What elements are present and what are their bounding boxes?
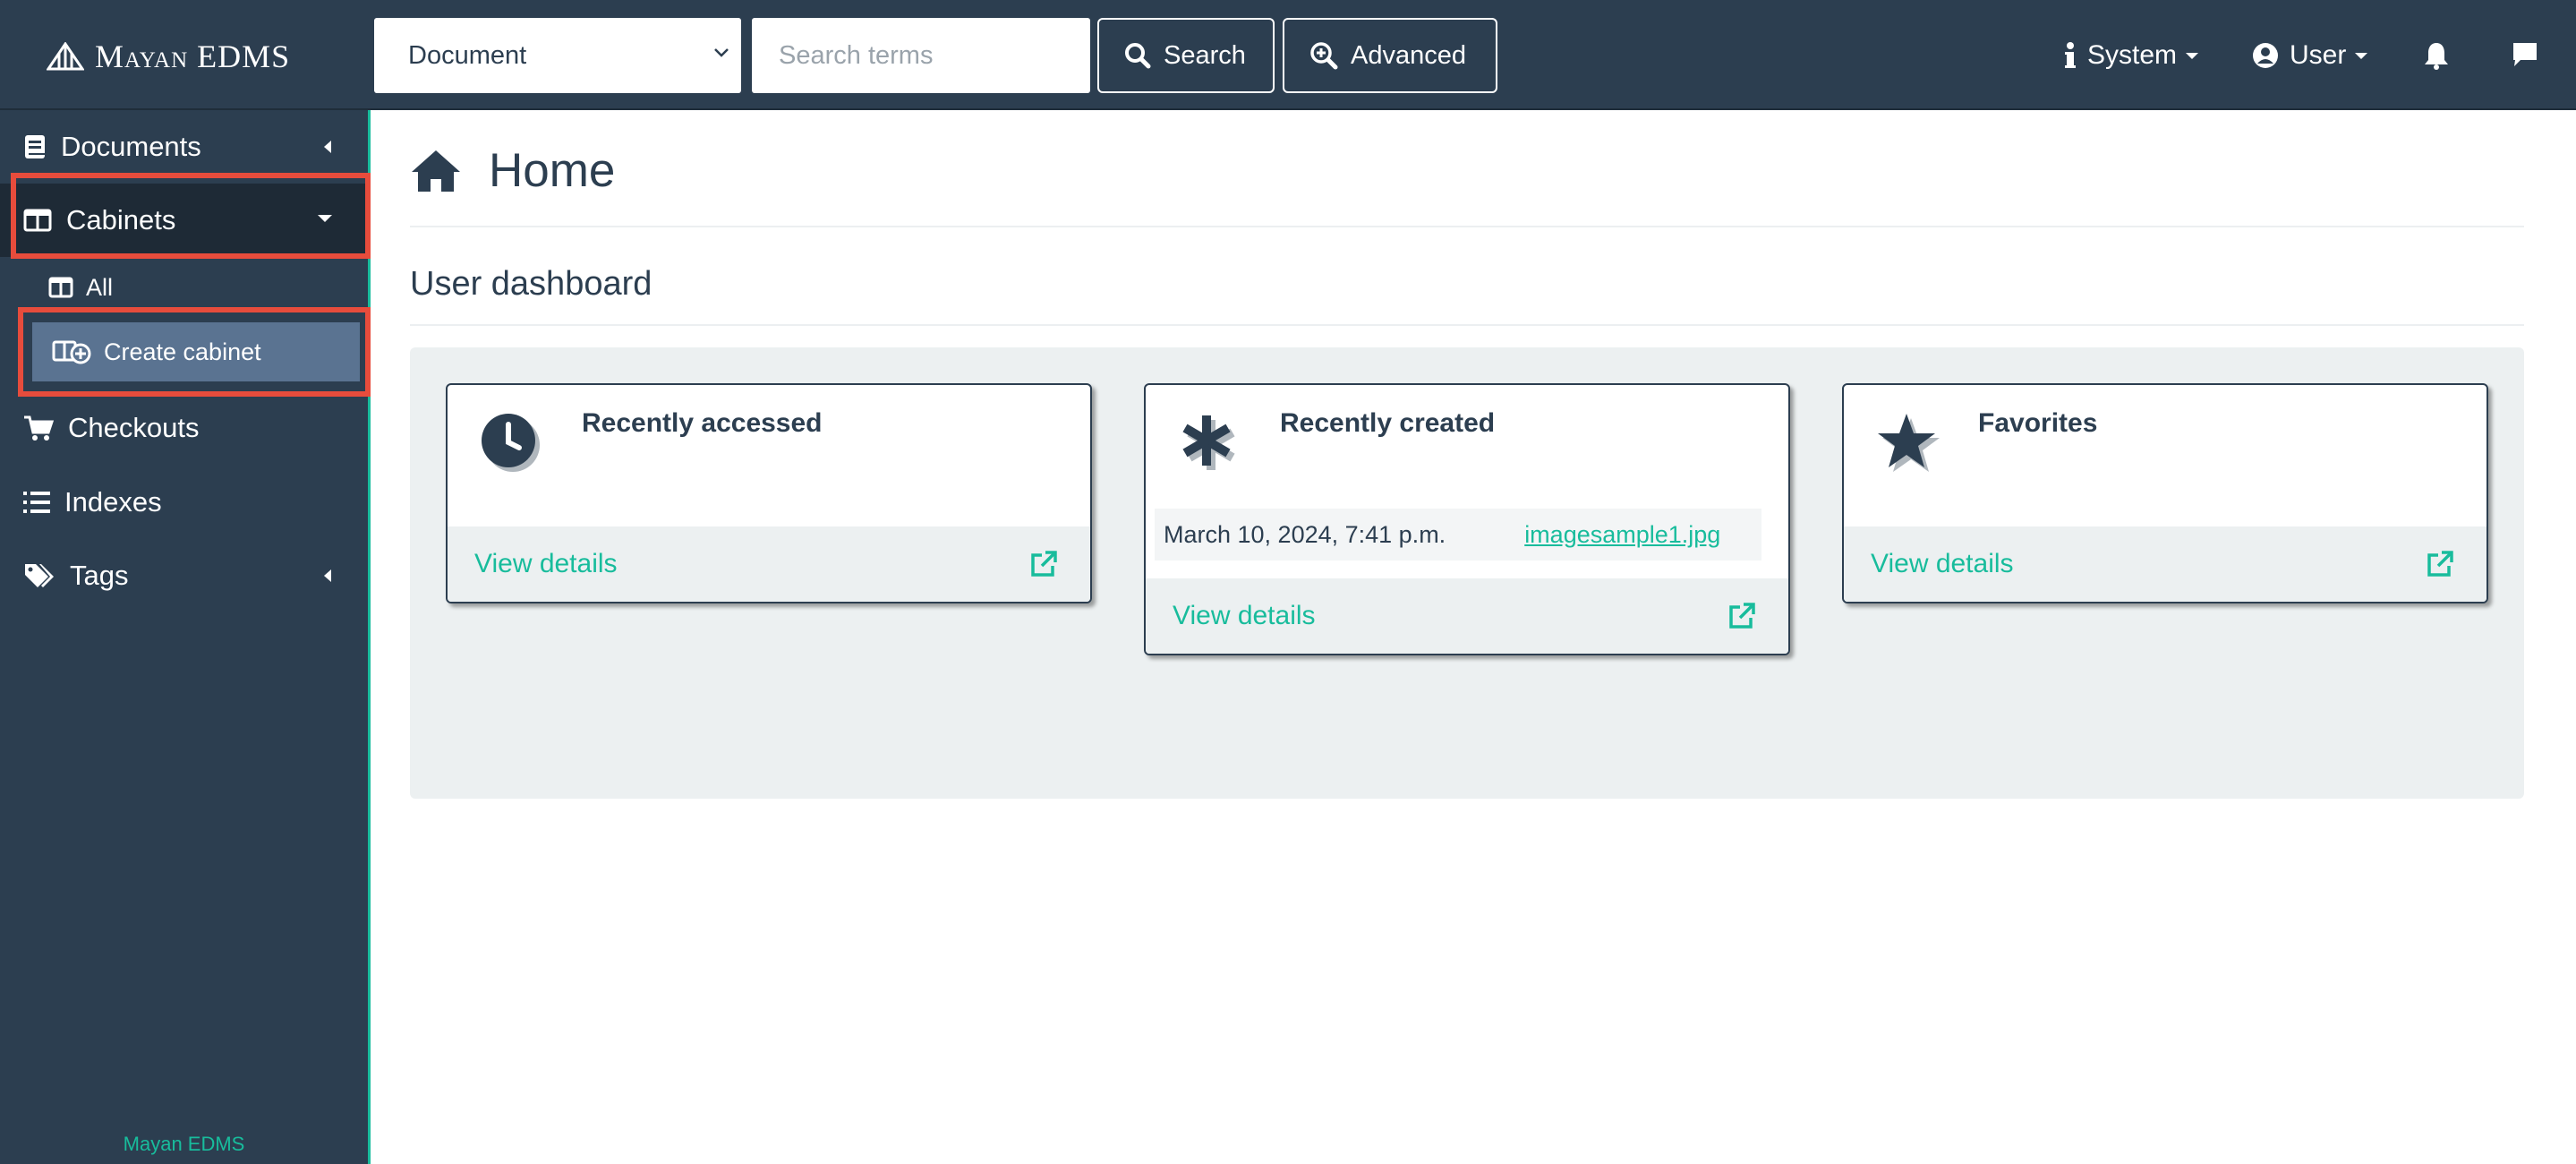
divider (410, 226, 2524, 227)
view-details-link[interactable]: View details (1146, 578, 1788, 654)
book-icon (25, 135, 45, 158)
sidebar: Documents Cabinets All Create cabinet Ch… (0, 110, 371, 1164)
tags-icon (25, 564, 54, 587)
widget-title: Recently created (1280, 408, 1496, 438)
list-item: March 10, 2024, 7:41 p.m. imagesample1.j… (1155, 509, 1761, 561)
clock-icon (482, 414, 540, 472)
widget-recently-created: Recently created March 10, 2024, 7:41 p.… (1144, 383, 1790, 655)
bell-icon[interactable] (2424, 41, 2449, 70)
columns-icon (48, 277, 73, 298)
search-icon (1125, 43, 1151, 69)
external-link-icon (2427, 551, 2453, 577)
brand-name: Mayan EDMS (95, 39, 291, 74)
advanced-search-button[interactable]: Advanced (1283, 18, 1497, 93)
caret-left-icon (324, 569, 331, 582)
view-details-label: View details (474, 549, 618, 578)
document-link[interactable]: imagesample1.jpg (1524, 521, 1720, 549)
top-navbar: Mayan EDMS Document Search Advanced Syst… (0, 0, 2576, 110)
sidebar-item-label: Documents (61, 131, 201, 162)
sidebar-item-label: Tags (70, 560, 129, 591)
sidebar-item-tags[interactable]: Tags (0, 539, 368, 612)
shopping-cart-icon (24, 415, 54, 441)
sidebar-subitem-label: All (86, 273, 114, 301)
home-icon (412, 150, 460, 192)
view-details-label: View details (1173, 601, 1316, 630)
caret-left-icon (324, 141, 331, 153)
caret-down-icon (2186, 53, 2199, 59)
star-icon (1878, 414, 1940, 472)
section-title: User dashboard (410, 265, 653, 303)
widget-favorites: Favorites View details (1842, 383, 2488, 603)
search-button-label: Search (1164, 40, 1246, 70)
search-type-select[interactable]: Document (374, 18, 741, 93)
sidebar-item-label: Indexes (64, 486, 162, 518)
info-icon (2065, 42, 2076, 68)
caret-down-icon (2355, 53, 2368, 59)
page-title: Home (410, 143, 615, 198)
widget-title: Favorites (1978, 408, 2098, 438)
widget-recently-accessed: Recently accessed View details (446, 383, 1092, 603)
highlight-box-create-cabinet (18, 307, 371, 397)
footer-brand[interactable]: Mayan EDMS (0, 1133, 368, 1156)
chevron-down-icon (714, 48, 729, 57)
view-details-label: View details (1871, 549, 2014, 578)
sidebar-item-indexes[interactable]: Indexes (0, 466, 368, 539)
message-icon[interactable] (2512, 41, 2538, 68)
search-type-value: Document (408, 40, 527, 70)
user-menu[interactable]: User (2252, 29, 2378, 82)
view-details-link[interactable]: View details (448, 526, 1090, 602)
asterisk-icon (1182, 415, 1235, 470)
search-input[interactable] (752, 18, 1090, 93)
pyramid-icon (47, 42, 84, 71)
system-menu[interactable]: System (2064, 29, 2209, 82)
document-date: March 10, 2024, 7:41 p.m. (1164, 520, 1446, 548)
external-link-icon (1031, 551, 1057, 577)
sidebar-item-label: Checkouts (68, 412, 200, 443)
search-button[interactable]: Search (1097, 18, 1275, 93)
sidebar-item-checkouts[interactable]: Checkouts (0, 391, 368, 465)
user-menu-label: User (2290, 40, 2347, 70)
page-title-text: Home (489, 144, 616, 197)
highlight-box-cabinets (11, 173, 371, 259)
advanced-button-label: Advanced (1351, 40, 1466, 70)
external-link-icon (1729, 603, 1755, 629)
brand-logo[interactable]: Mayan EDMS (47, 36, 290, 77)
view-details-link[interactable]: View details (1844, 526, 2486, 602)
list-icon (23, 492, 50, 513)
zoom-plus-icon (1310, 42, 1338, 70)
divider (410, 324, 2524, 326)
system-menu-label: System (2087, 40, 2178, 70)
widget-title: Recently accessed (582, 408, 823, 438)
user-circle-icon (2253, 43, 2278, 68)
